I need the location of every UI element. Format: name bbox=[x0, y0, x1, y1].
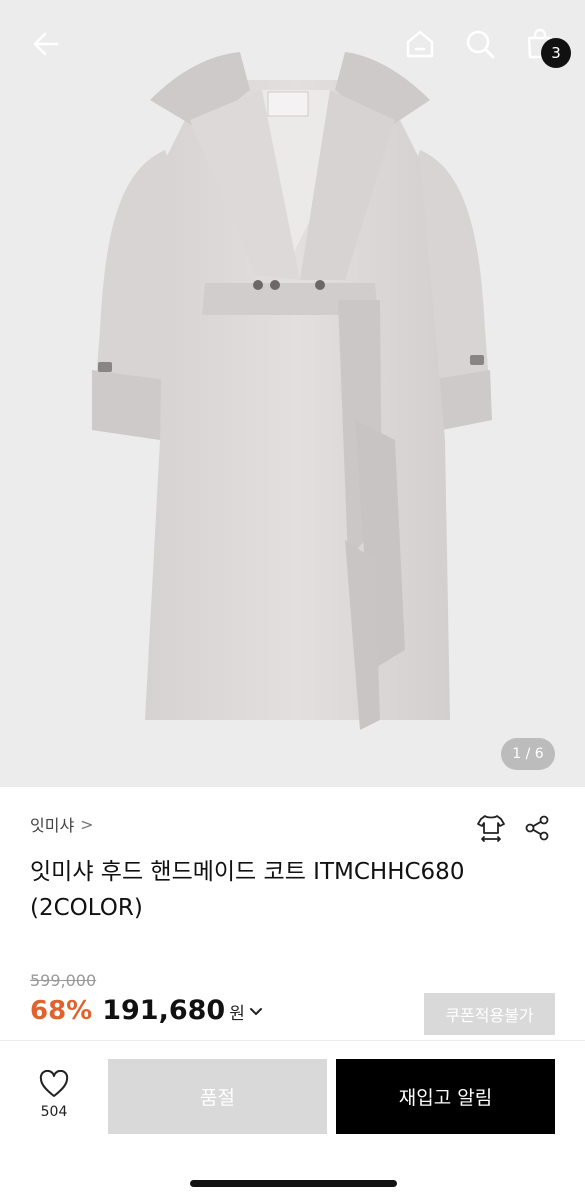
top-navigation-bar: 3 bbox=[0, 0, 585, 88]
divider bbox=[0, 1040, 585, 1041]
currency-unit: 원 bbox=[229, 1004, 245, 1024]
original-price: 599,000 bbox=[30, 971, 97, 990]
share-icon bbox=[525, 815, 549, 841]
brand-link[interactable]: 잇미샤 > bbox=[30, 812, 94, 836]
like-count: 504 bbox=[40, 1104, 68, 1120]
back-button[interactable] bbox=[24, 22, 68, 66]
price-row[interactable]: 68% 191,680 원 bbox=[30, 995, 263, 1026]
product-image-coat bbox=[92, 52, 492, 730]
home-indicator bbox=[190, 1180, 397, 1187]
product-title: 잇미샤 후드 핸드메이드 코트 ITMCHHC680 (2COLOR) bbox=[30, 859, 465, 921]
product-image-gallery[interactable]: 3 1 / 6 bbox=[0, 0, 585, 787]
image-pager: 1 / 6 bbox=[501, 738, 555, 770]
sale-price: 191,680 bbox=[102, 995, 226, 1026]
search-button[interactable] bbox=[458, 22, 502, 66]
home-icon bbox=[406, 30, 434, 58]
soldout-button[interactable]: 품절 bbox=[108, 1059, 327, 1134]
brand-name: 잇미샤 bbox=[30, 816, 75, 835]
share-button[interactable] bbox=[517, 808, 557, 848]
size-guide-button[interactable] bbox=[471, 808, 511, 848]
coupon-unavailable-button[interactable]: 쿠폰적용불가 bbox=[424, 993, 555, 1035]
size-guide-shirt-icon bbox=[477, 815, 505, 842]
home-button[interactable] bbox=[398, 22, 442, 66]
discount-rate: 68% bbox=[30, 996, 93, 1026]
search-icon bbox=[466, 30, 495, 59]
restock-alert-button[interactable]: 재입고 알림 bbox=[336, 1059, 555, 1134]
chevron-down-icon bbox=[249, 1004, 263, 1023]
heart-icon bbox=[39, 1070, 69, 1097]
like-button[interactable]: 504 bbox=[28, 1070, 80, 1130]
chevron-right-icon: > bbox=[80, 814, 94, 834]
arrow-left-icon bbox=[33, 32, 59, 56]
cart-count-badge: 3 bbox=[541, 38, 571, 68]
